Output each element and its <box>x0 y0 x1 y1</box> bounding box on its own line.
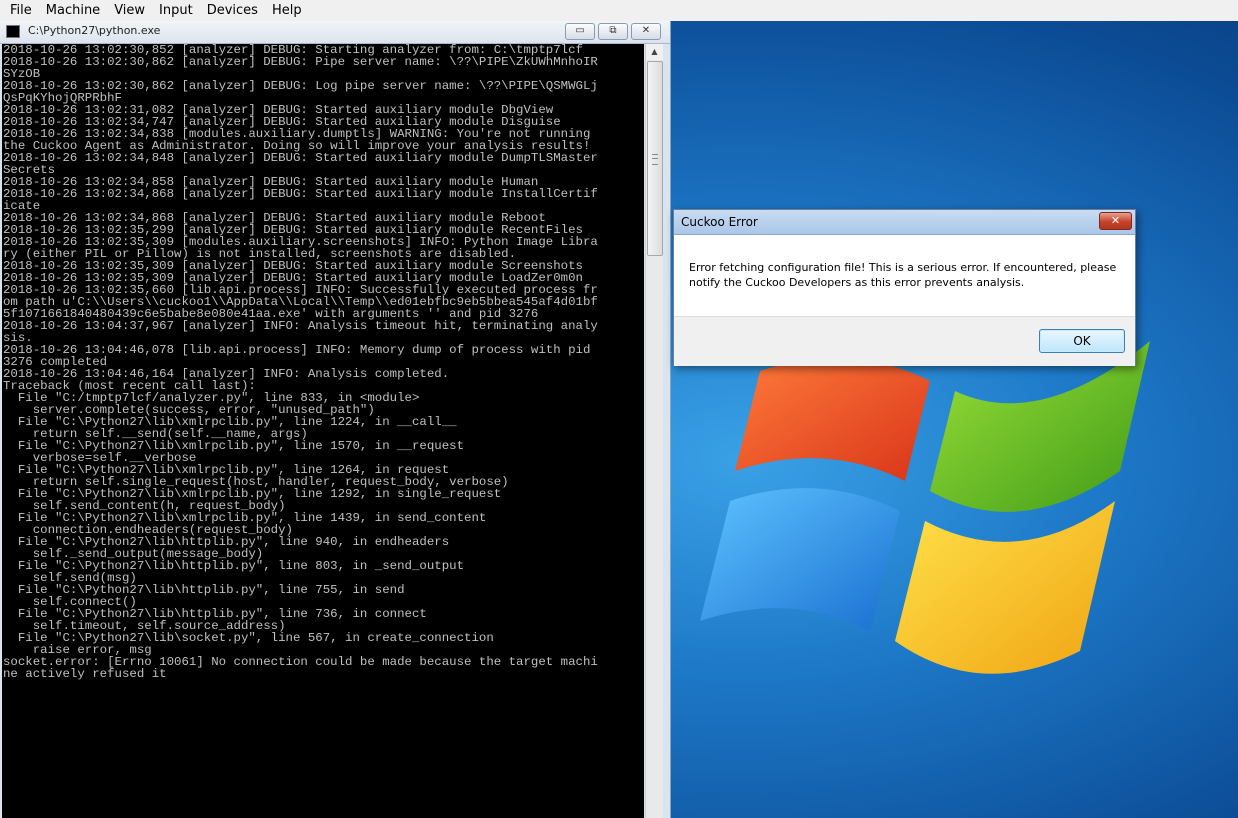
host-menubar: File Machine View Input Devices Help <box>0 0 1238 22</box>
dialog-titlebar[interactable]: Cuckoo Error ✕ <box>674 210 1135 235</box>
restore-button[interactable]: ⧉ <box>598 23 628 40</box>
menu-file[interactable]: File <box>4 0 38 21</box>
console-text: 2018-10-26 13:02:30,852 [analyzer] DEBUG… <box>2 44 644 680</box>
console-scrollbar[interactable]: ▲ <box>645 44 663 818</box>
console-window[interactable]: C:\Python27\python.exe ▭ ⧉ ✕ 2018-10-26 … <box>0 21 671 818</box>
minimize-button[interactable]: ▭ <box>565 23 595 40</box>
menu-view[interactable]: View <box>108 0 151 21</box>
dialog-content: Error fetching configuration file! This … <box>674 235 1135 316</box>
menu-input[interactable]: Input <box>153 0 199 21</box>
close-button[interactable]: ✕ <box>631 23 661 40</box>
console-output[interactable]: 2018-10-26 13:02:30,852 [analyzer] DEBUG… <box>2 44 644 818</box>
dialog-message-line: notify the Cuckoo Developers as this err… <box>689 276 1025 289</box>
console-line: 2018-10-26 13:02:34,848 [analyzer] DEBUG… <box>3 151 598 165</box>
menu-help[interactable]: Help <box>266 0 308 21</box>
error-dialog[interactable]: Cuckoo Error ✕ Error fetching configurat… <box>673 209 1136 366</box>
ok-button[interactable]: OK <box>1039 329 1125 353</box>
console-line: 2018-10-26 13:04:37,967 [analyzer] INFO:… <box>3 319 598 333</box>
console-app-icon <box>6 25 20 38</box>
scroll-up-arrow-icon[interactable]: ▲ <box>646 44 663 60</box>
console-titlebar[interactable]: C:\Python27\python.exe ▭ ⧉ ✕ <box>0 21 670 44</box>
dialog-footer: OK <box>674 316 1135 366</box>
console-line: 2018-10-26 13:02:30,862 [analyzer] DEBUG… <box>3 55 598 69</box>
windows-logo-icon <box>700 341 1150 674</box>
dialog-message: Error fetching configuration file! This … <box>689 260 1119 290</box>
dialog-message-line: Error fetching configuration file! This … <box>689 261 1117 274</box>
dialog-close-button[interactable]: ✕ <box>1099 212 1132 230</box>
console-line: ne actively refused it <box>3 667 167 681</box>
console-line: 2018-10-26 13:02:34,868 [analyzer] DEBUG… <box>3 187 598 201</box>
menu-devices[interactable]: Devices <box>201 0 264 21</box>
console-title: C:\Python27\python.exe <box>28 24 161 37</box>
dialog-title: Cuckoo Error <box>681 215 758 229</box>
menu-machine[interactable]: Machine <box>40 0 106 21</box>
grip-icon <box>652 154 658 165</box>
scrollbar-thumb[interactable] <box>647 61 663 256</box>
